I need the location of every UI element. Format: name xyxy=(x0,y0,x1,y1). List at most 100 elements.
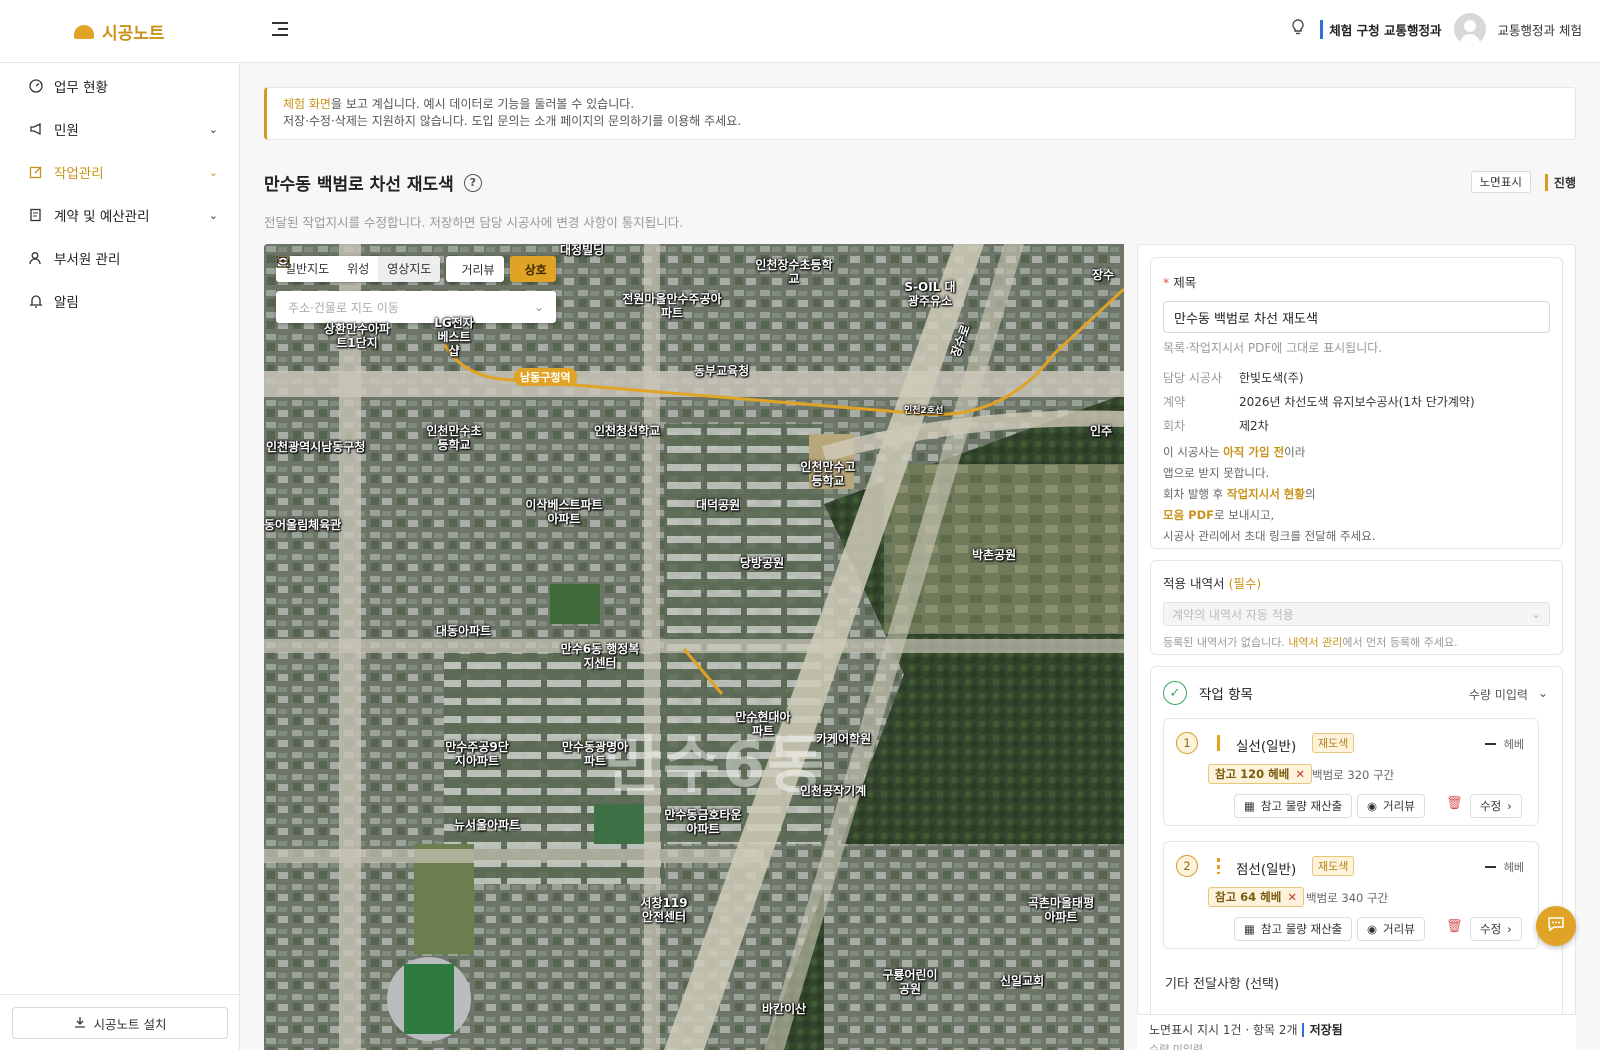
map-poi[interactable]: 장수 xyxy=(1092,268,1114,282)
install-label: 시공노트 설치 xyxy=(93,1016,167,1032)
map-poi[interactable]: 대정빌딩 xyxy=(560,244,604,257)
map-poi[interactable]: 서창119안전센터 xyxy=(636,896,692,924)
estimate-hint: 등록된 내역서가 없습니다. 내역서 관리에서 먼저 등록해 주세요. xyxy=(1163,634,1550,650)
chevron-down-icon: ⌄ xyxy=(208,208,218,222)
map-poi[interactable]: 곡촌마을태평아파트 xyxy=(1024,896,1098,924)
edit-label: 수정 xyxy=(1480,922,1502,936)
remove-icon[interactable]: ✕ xyxy=(1287,890,1297,904)
estimate-management-link[interactable]: 내역서 관리 xyxy=(1288,636,1342,649)
map-poi[interactable]: 바칸이산 xyxy=(762,1002,806,1016)
map-poi[interactable]: 신일교회 xyxy=(1000,974,1044,988)
business-names-button[interactable]: 상호 xyxy=(276,256,556,282)
sidebar-item-members[interactable]: 부서원 관리 xyxy=(0,238,240,278)
map-poi[interactable]: 상환만수아파트1단지 xyxy=(320,322,394,350)
sidebar-item-complaints[interactable]: 민원 ⌄ xyxy=(0,109,240,149)
map-poi[interactable]: 뉴서울아파트 xyxy=(454,818,520,832)
title-input[interactable]: 만수동 백범로 차선 재도색 xyxy=(1163,301,1550,333)
map-tab-satellite[interactable]: 위성 xyxy=(338,256,378,282)
map-poi[interactable]: 동부교육청 xyxy=(694,364,749,378)
megaphone-icon xyxy=(28,121,44,137)
contract-value: 2026년 차선도색 유지보수공사(1차 단가계약) xyxy=(1239,395,1475,409)
trash-icon[interactable]: 🗑 xyxy=(1446,796,1463,811)
recalculate-button[interactable]: ▦ 참고 물량 재산출 xyxy=(1234,917,1353,941)
street-view-button[interactable]: ◉ 거리뷰 xyxy=(1357,794,1425,818)
sidebar-item-contracts[interactable]: 계약 및 예산관리 ⌄ xyxy=(0,195,240,235)
work-order-status-link[interactable]: 작업지시서 현황 xyxy=(1227,487,1305,501)
street-view-button[interactable]: ◉ 거리뷰 xyxy=(1357,917,1425,941)
remove-icon[interactable]: ✕ xyxy=(1295,767,1305,781)
work-items-card: ✓ 작업 항목 수량 미입력 ⌄ 1 실선(일반) 재도색 헤베 참고 120 … xyxy=(1150,666,1563,1049)
map-poi[interactable]: 동어울림체육관 xyxy=(264,518,341,532)
work-items-label: 작업 항목 xyxy=(1199,687,1253,703)
map-poi[interactable]: LG전자 베스트샵 xyxy=(434,316,474,358)
map-poi[interactable]: S-OIL 대광주유소 xyxy=(900,280,960,308)
check-circle-icon: ✓ xyxy=(1163,681,1187,705)
chat-button[interactable] xyxy=(1536,906,1576,946)
edit-button[interactable]: 수정 › xyxy=(1470,794,1522,818)
map-poi[interactable]: 구룡어린이공원 xyxy=(878,968,942,996)
recalculate-button[interactable]: ▦ 참고 물량 재산출 xyxy=(1234,794,1353,818)
menu-collapse-icon[interactable] xyxy=(272,22,288,38)
chevron-right-icon: › xyxy=(1507,799,1512,813)
map-poi[interactable]: 인주 xyxy=(1090,424,1112,438)
item-unit: 헤베 xyxy=(1484,859,1524,875)
sidebar-item-label: 작업관리 xyxy=(54,166,104,182)
solid-line-icon xyxy=(1217,735,1220,751)
map-poi[interactable]: 이삭베스트파트아파트 xyxy=(524,498,604,526)
chat-bubble-icon xyxy=(1547,916,1565,936)
minus-icon[interactable] xyxy=(1484,743,1496,745)
top-header: 시공노트 체험 구청 교통행정과 교통행정과 체험 xyxy=(0,0,1600,63)
lightbulb-icon[interactable] xyxy=(1288,19,1308,39)
page-title: 만수동 백범로 차선 재도색 xyxy=(264,175,454,195)
map-poi[interactable]: 당방공원 xyxy=(740,556,784,570)
map-poi[interactable]: 인천만수고등학교 xyxy=(798,460,858,488)
map-poi[interactable]: 인천장수초등학교 xyxy=(754,258,834,286)
work-order-form: * 제목 만수동 백범로 차선 재도색 목록·작업지시서 PDF에 그대로 표시… xyxy=(1137,244,1576,1050)
map-poi[interactable]: 만수동금호타운아파트 xyxy=(660,808,746,836)
map-tab-imagery[interactable]: 영상지도 xyxy=(378,256,441,282)
map-poi[interactable]: 인천광역시남동구청 xyxy=(266,440,365,454)
map-poi[interactable]: 박촌공원 xyxy=(972,548,1016,562)
item-tag: 재도색 xyxy=(1312,856,1355,876)
map-poi[interactable]: 만수6동 행정복지센터 xyxy=(560,642,640,670)
sidebar-item-work-management[interactable]: 작업관리 ⌄ xyxy=(0,152,240,192)
map-poi[interactable]: 카케어학원 xyxy=(816,732,871,746)
station-label[interactable]: 남동구청역 xyxy=(514,368,577,386)
recalculate-label: 참고 물량 재산출 xyxy=(1260,799,1343,813)
work-item: 1 실선(일반) 재도색 헤베 참고 120 헤베 ✕ 백범로 320 구간 ▦ 참… xyxy=(1163,718,1539,826)
reference-quantity-badge: 참고 120 헤베 ✕ xyxy=(1208,764,1312,784)
install-app-button[interactable]: 시공노트 설치 xyxy=(12,1007,228,1039)
estimate-select[interactable]: 계약의 내역서 자동 적용 ⌄ xyxy=(1163,602,1550,626)
reference-quantity: 참고 64 헤베 xyxy=(1215,890,1282,904)
sidebar-item-dashboard[interactable]: 업무 현황 xyxy=(0,66,240,106)
satellite-map[interactable]: 일반지도 위성 영상지도 거리뷰 상호 주소·건물로 지도 이동 ⌄ 남동구청역… xyxy=(264,244,1124,1050)
estimate-placeholder: 계약의 내역서 자동 적용 xyxy=(1172,607,1294,622)
org-name: 체험 구청 교통행정과 xyxy=(1320,19,1442,39)
map-poi[interactable]: 만수주공9단지아파트 xyxy=(442,740,512,768)
trash-icon[interactable]: 🗑 xyxy=(1446,919,1463,934)
app-logo[interactable]: 시공노트 xyxy=(74,19,165,44)
map-poi[interactable]: 대동아파트 xyxy=(436,624,491,638)
map-poi[interactable]: 인천청선학교 xyxy=(594,424,660,438)
reference-quantity-badge: 참고 64 헤베 ✕ xyxy=(1208,887,1304,907)
sidebar-item-label: 부서원 관리 xyxy=(54,252,121,268)
help-icon[interactable]: ? xyxy=(463,173,482,192)
map-poi[interactable]: 만수동광명아파트 xyxy=(560,740,630,768)
contract-icon xyxy=(28,207,44,223)
edit-button[interactable]: 수정 › xyxy=(1470,917,1522,941)
sidebar-item-notifications[interactable]: 알림 xyxy=(0,281,240,321)
street-view-button[interactable]: 거리뷰 xyxy=(276,256,504,282)
avatar[interactable] xyxy=(1453,13,1486,45)
map-area-watermark: 만수6동 xyxy=(604,728,827,801)
map-poi[interactable]: 만수현대아파트 xyxy=(734,710,792,738)
map-poi[interactable]: 인천공작기계 xyxy=(800,784,866,798)
map-poi[interactable]: 전원마을만수주공아파트 xyxy=(622,292,722,320)
user-name[interactable]: 교통행정과 체험 xyxy=(1498,20,1582,39)
bundle-pdf-link[interactable]: 모음 PDF xyxy=(1163,508,1214,522)
work-items-toggle[interactable]: 수량 미입력 ⌄ xyxy=(1469,686,1548,703)
map-type-toggle[interactable]: 일반지도 위성 영상지도 xyxy=(276,256,441,282)
minus-icon[interactable] xyxy=(1484,866,1496,868)
map-poi[interactable]: 대덕공원 xyxy=(696,498,740,512)
map-search-input[interactable]: 주소·건물로 지도 이동 ⌄ xyxy=(276,291,556,323)
map-poi[interactable]: 인천만수초등학교 xyxy=(424,424,484,452)
